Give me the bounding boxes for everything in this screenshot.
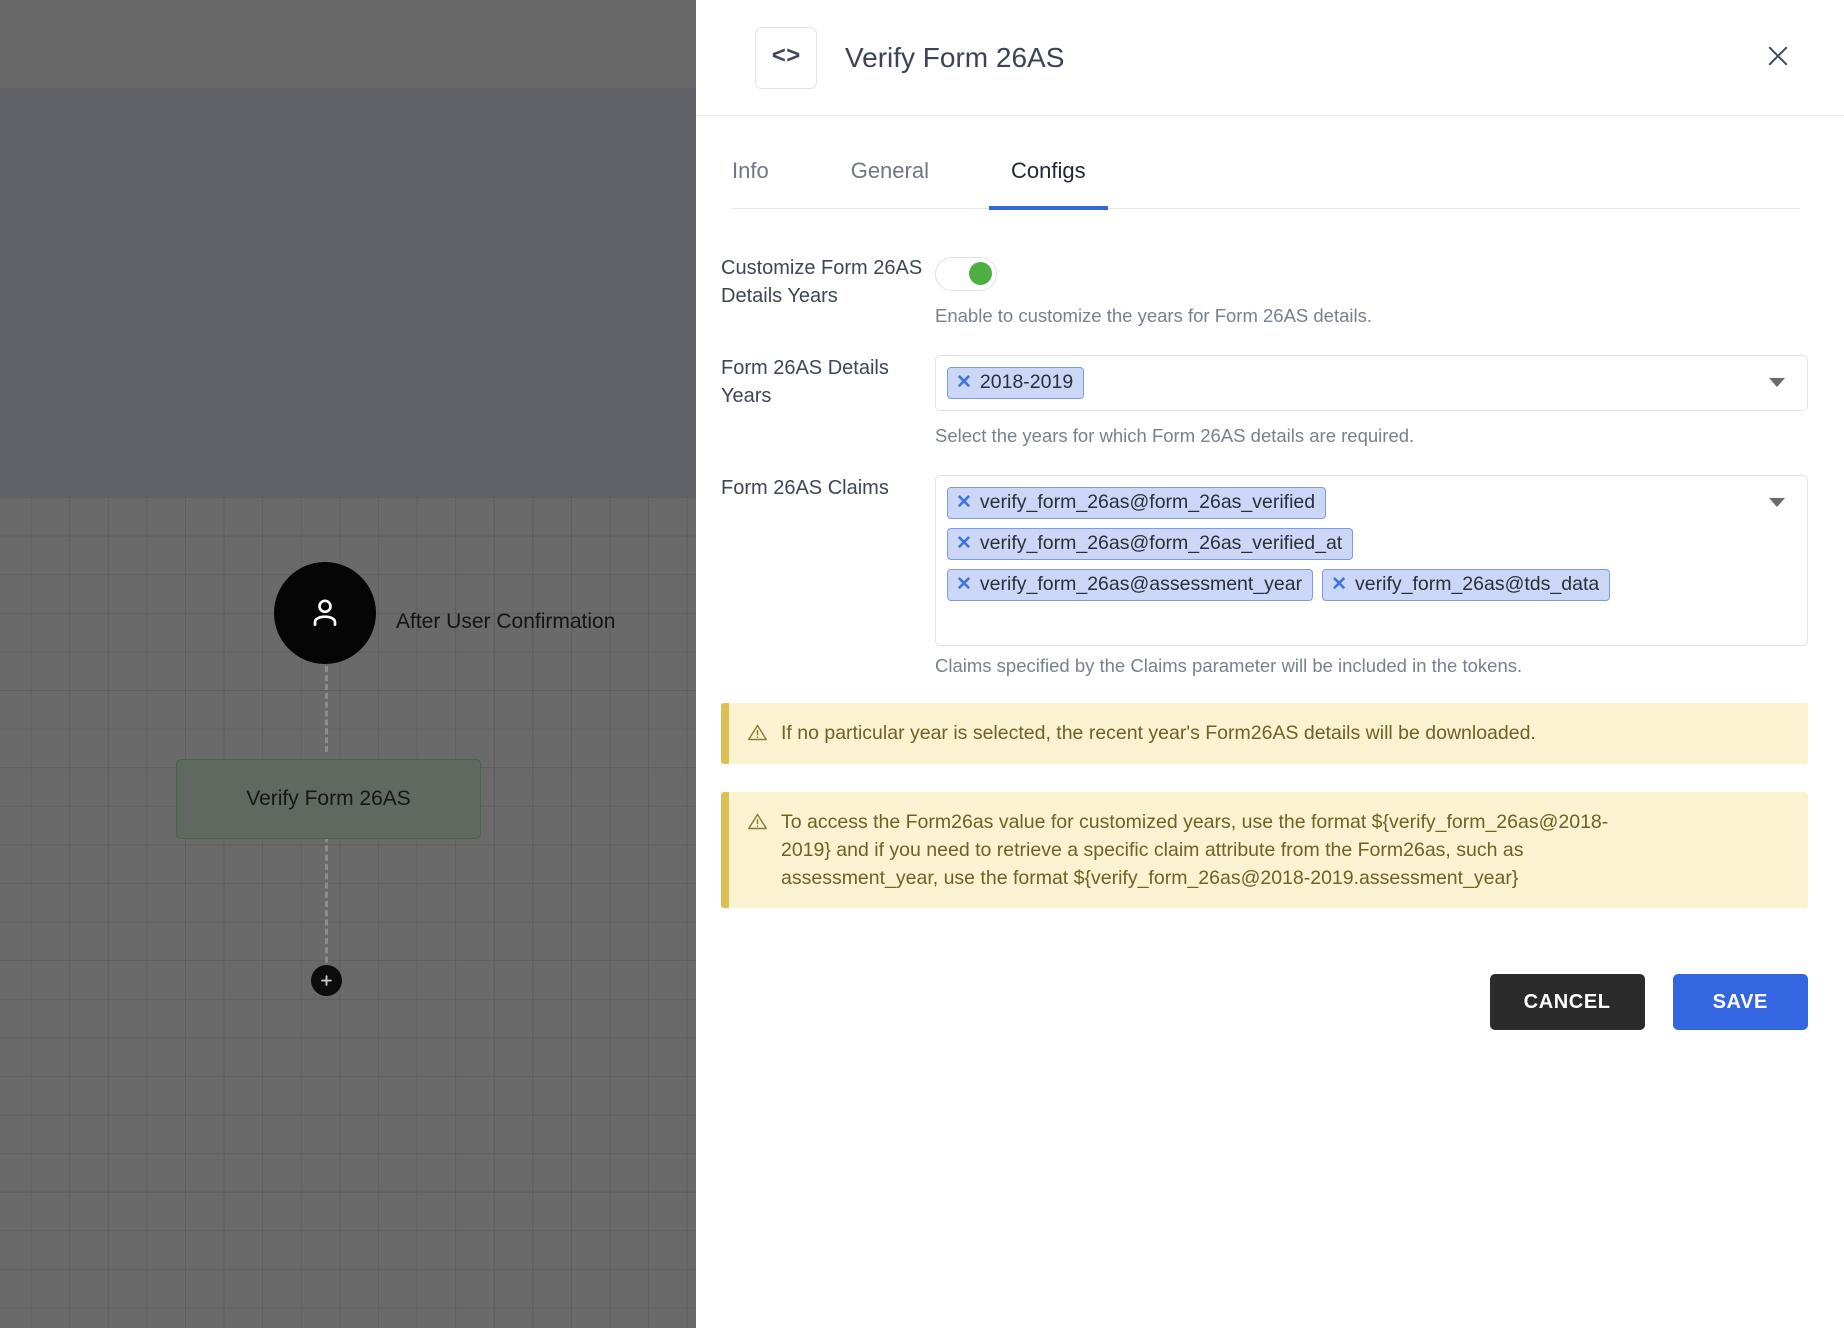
panel-actions: CANCEL SAVE [696,908,1844,1031]
toggle-knob [969,262,992,285]
chip-label: 2018-2019 [979,371,1074,393]
chip-remove-icon[interactable]: ✕ [1331,575,1347,594]
cancel-button[interactable]: CANCEL [1489,974,1645,1031]
chip-label: verify_form_26as@form_26as_verified_at [979,532,1343,554]
configs-form: Customize Form 26AS Details Years Enable… [696,209,1844,1031]
chip-remove-icon[interactable]: ✕ [956,373,972,392]
claims-chips: ✕ verify_form_26as@form_26as_verified ✕ … [947,487,1689,601]
note-format-text: To access the Form26as value for customi… [781,811,1609,890]
chip-year[interactable]: ✕ 2018-2019 [947,367,1085,399]
panel-tabs[interactable]: Info General Configs [732,116,1800,210]
details-years-hint: Select the years for which Form 26AS det… [935,425,1415,446]
warning-icon [747,722,768,748]
tab-configs[interactable]: Configs [988,158,1108,210]
claims-hint: Claims specified by the Claims parameter… [935,655,1523,676]
customize-years-toggle[interactable] [935,257,997,291]
field-claims: Form 26AS Claims ✕ verify_form_26as@form… [696,475,1844,677]
user-node-label: After User Confirmation [396,610,616,633]
chip-claim[interactable]: ✕ verify_form_26as@tds_data [1322,569,1611,601]
tab-configs-label: Configs [1010,158,1086,183]
field-details-years: Form 26AS Details Years ✕ 2018-2019 Sele… [696,355,1844,447]
chip-claim[interactable]: ✕ verify_form_26as@form_26as_verified [947,487,1327,519]
plus-icon[interactable] [311,965,342,996]
chip-remove-icon[interactable]: ✕ [956,534,972,553]
details-years-chips: ✕ 2018-2019 [947,367,1755,399]
note-format: To access the Form26as value for customi… [721,792,1808,909]
chip-label: verify_form_26as@assessment_year [979,573,1303,595]
close-icon[interactable] [1756,34,1800,78]
field-customize-years-label: Customize Form 26AS Details Years [721,257,923,307]
tab-info[interactable]: Info [732,158,791,210]
note-recent-year: If no particular year is selected, the r… [721,703,1808,764]
details-years-select[interactable]: ✕ 2018-2019 [935,355,1808,411]
chip-remove-icon[interactable]: ✕ [956,575,972,594]
save-button[interactable]: SAVE [1672,974,1808,1031]
chip-claim[interactable]: ✕ verify_form_26as@form_26as_verified_at [947,528,1354,560]
claims-select[interactable]: ✕ verify_form_26as@form_26as_verified ✕ … [935,475,1808,646]
chip-remove-icon[interactable]: ✕ [956,493,972,512]
chip-claim[interactable]: ✕ verify_form_26as@assessment_year [947,569,1314,601]
field-customize-years: Customize Form 26AS Details Years Enable… [696,255,1844,327]
panel-header: <> Verify Form 26AS [696,0,1844,116]
tab-general-label: General [850,158,929,183]
chevron-down-icon[interactable] [1769,498,1785,507]
close-glyph [1768,46,1788,66]
user-icon [313,599,337,626]
workflow-canvas[interactable]: After User Confirmation Verify Form 26AS [0,0,696,1328]
page-title: Verify Form 26AS [845,41,1065,73]
field-claims-label: Form 26AS Claims [721,477,889,499]
code-icon: <> [755,26,817,89]
user-node[interactable] [274,562,376,664]
action-node-verify-form-26as[interactable]: Verify Form 26AS [176,759,481,839]
warning-glyph [748,813,767,830]
chevron-down-icon[interactable] [1769,378,1785,387]
code-icon-glyph: <> [771,44,801,71]
warning-icon [747,811,768,837]
canvas-top-bar [0,0,696,88]
chip-label: verify_form_26as@form_26as_verified [979,491,1316,513]
canvas-mid-band [0,88,696,497]
warning-glyph [748,724,767,741]
note-recent-year-text: If no particular year is selected, the r… [781,722,1536,744]
customize-years-hint: Enable to customize the years for Form 2… [935,305,1373,326]
tab-info-label: Info [732,158,769,183]
chip-label: verify_form_26as@tds_data [1355,573,1600,595]
flow-edge-bottom [325,827,328,981]
tab-general[interactable]: General [829,158,951,210]
field-details-years-label: Form 26AS Details Years [721,357,889,407]
details-panel: <> Verify Form 26AS Info General Configs… [696,0,1844,1328]
action-node-label: Verify Form 26AS [246,787,411,810]
plus-glyph [321,975,332,986]
